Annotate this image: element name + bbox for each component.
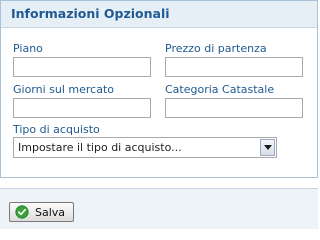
- optional-info-panel: Informazioni Opzionali Piano Prezzo di p…: [0, 0, 318, 178]
- tipo-acquisto-selected-value: Impostare il tipo di acquisto...: [18, 141, 182, 154]
- piano-input[interactable]: [13, 57, 151, 77]
- prezzo-input[interactable]: [165, 57, 303, 77]
- chevron-down-icon: [264, 145, 272, 150]
- save-button-label: Salva: [35, 206, 66, 219]
- save-button[interactable]: Salva: [9, 202, 74, 222]
- footer: Salva: [0, 189, 318, 229]
- categoria-label: Categoria Catastale: [165, 83, 275, 96]
- categoria-input[interactable]: [165, 98, 303, 118]
- prezzo-label: Prezzo di partenza: [165, 42, 267, 55]
- giorni-input[interactable]: [13, 98, 151, 118]
- tipo-acquisto-label: Tipo di acquisto: [13, 123, 100, 136]
- check-circle-icon: [15, 205, 29, 219]
- tipo-acquisto-select[interactable]: Impostare il tipo di acquisto...: [13, 137, 277, 158]
- giorni-label: Giorni sul mercato: [13, 83, 115, 96]
- piano-label: Piano: [13, 42, 43, 55]
- dropdown-arrow-button[interactable]: [260, 139, 275, 156]
- page: Informazioni Opzionali Piano Prezzo di p…: [0, 0, 318, 229]
- panel-title: Informazioni Opzionali: [11, 6, 170, 21]
- panel-header: Informazioni Opzionali: [1, 1, 317, 28]
